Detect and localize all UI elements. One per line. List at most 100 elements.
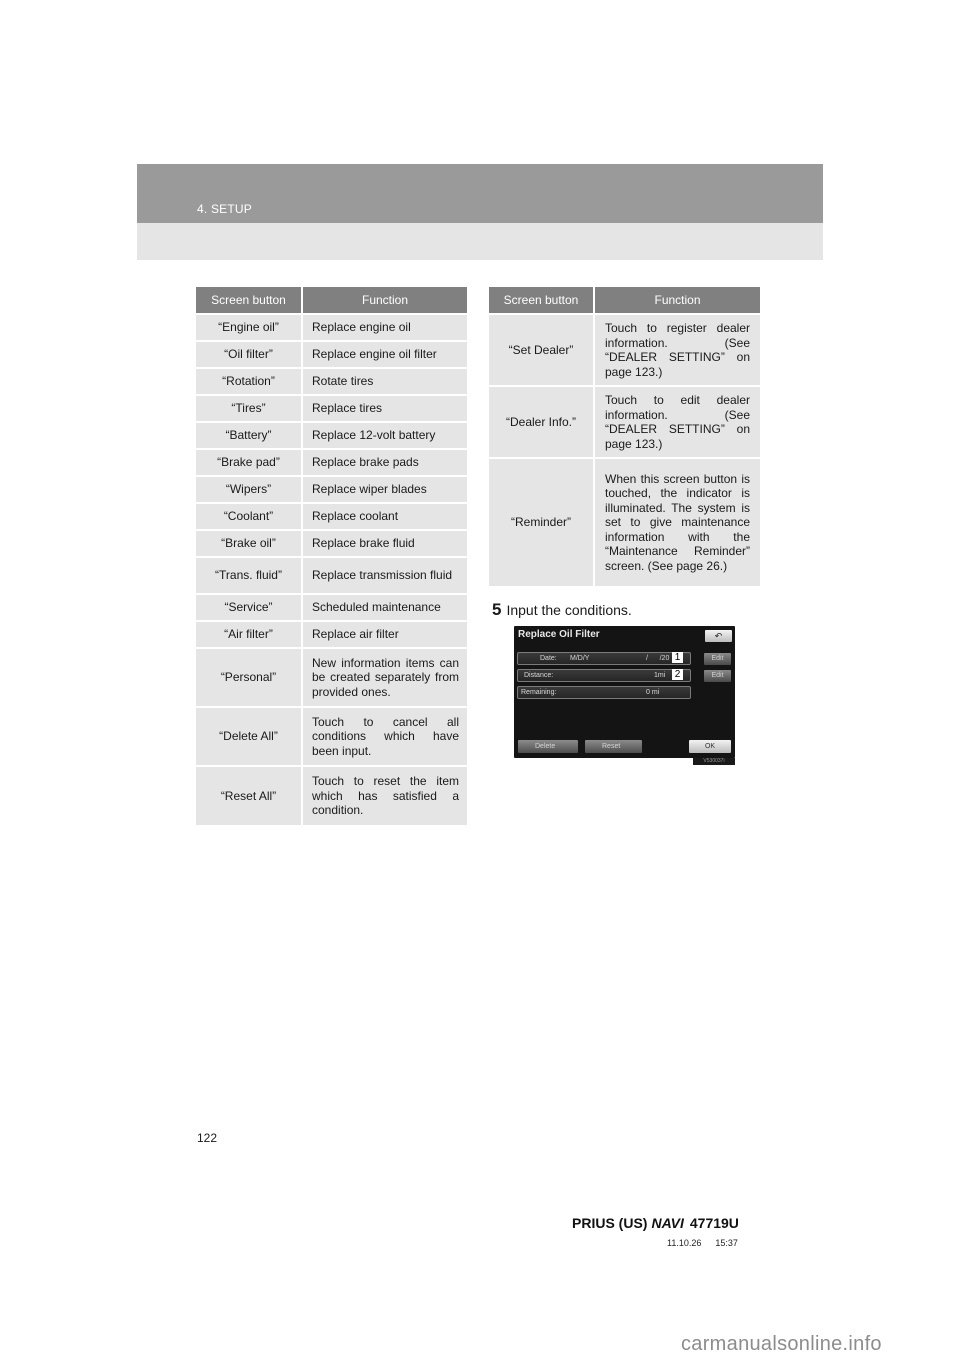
screen-button-table-left: Screen button Function “Engine oil” Repla… bbox=[196, 287, 467, 825]
function-cell: Touch to reset the item which has satisf… bbox=[301, 765, 467, 825]
screen-button-cell: “Delete All” bbox=[196, 706, 302, 766]
date-value: / /20 bbox=[646, 655, 670, 662]
section-title: 4. SETUP bbox=[197, 202, 252, 216]
screen-button-cell: “Dealer Info.” bbox=[489, 385, 594, 458]
delete-button[interactable]: Delete bbox=[518, 740, 578, 753]
section-header-subbar bbox=[137, 223, 823, 260]
replace-oil-filter-screen: Replace Oil Filter ↶ Date: M/D/Y / /20 1… bbox=[514, 626, 735, 758]
screen-button-cell: “Engine oil” bbox=[196, 313, 302, 341]
column-header-screen-button: Screen button bbox=[196, 287, 302, 314]
screen-title: Replace Oil Filter bbox=[518, 629, 600, 640]
step-instruction: 5 Input the conditions. bbox=[492, 600, 632, 620]
screen-button-cell: “Brake oil” bbox=[196, 529, 302, 557]
model-name: PRIUS (US) bbox=[572, 1215, 648, 1231]
screen-button-cell: “Service” bbox=[196, 593, 302, 621]
screen-button-cell: “Wipers” bbox=[196, 475, 302, 503]
date-edit-button[interactable]: Edit bbox=[704, 653, 731, 665]
column-header-screen-button: Screen button bbox=[489, 287, 594, 314]
date-field[interactable]: Date: M/D/Y / /20 bbox=[517, 652, 691, 665]
table-row: “Oil filter” Replace engine oil filter bbox=[196, 340, 467, 368]
reset-label: Reset bbox=[602, 743, 621, 750]
column-header-function: Function bbox=[301, 287, 467, 314]
function-cell: Replace coolant bbox=[301, 502, 467, 530]
table-body: “Set Dealer” Touch to register dealer inf… bbox=[489, 313, 760, 586]
function-cell: Replace transmission fluid bbox=[301, 556, 467, 594]
screen-button-table-right: Screen button Function “Set Dealer” Touch… bbox=[489, 287, 760, 586]
table-header-row: Screen button Function bbox=[196, 287, 467, 314]
ok-button[interactable]: OK bbox=[689, 740, 731, 753]
navi-label: NAVI bbox=[651, 1215, 684, 1231]
screen-button-cell: “Personal” bbox=[196, 647, 302, 707]
table-row: “Set Dealer” Touch to register dealer inf… bbox=[489, 313, 760, 386]
function-cell: Touch to cancel all conditions which hav… bbox=[301, 706, 467, 766]
table-row: “Delete All” Touch to cancel all conditio… bbox=[196, 706, 467, 766]
table-row: “Wipers” Replace wiper blades bbox=[196, 475, 467, 503]
distance-edit-button[interactable]: Edit bbox=[704, 670, 731, 682]
step-number: 5 bbox=[492, 600, 502, 619]
print-date: 11.10.26 bbox=[667, 1238, 702, 1248]
screen-button-cell: “Reset All” bbox=[196, 765, 302, 825]
table-row: “Coolant” Replace coolant bbox=[196, 502, 467, 530]
step-text: Input the conditions. bbox=[506, 602, 632, 618]
screen-button-cell: “Reminder” bbox=[489, 457, 594, 586]
watermark: carmanualsonline.info bbox=[681, 1333, 882, 1355]
table-row: “Rotation” Rotate tires bbox=[196, 367, 467, 395]
table-row: “Air filter” Replace air filter bbox=[196, 620, 467, 648]
distance-label: Distance: bbox=[524, 672, 554, 679]
date-label: Date: bbox=[540, 655, 557, 662]
screen-button-cell: “Rotation” bbox=[196, 367, 302, 395]
function-cell: Replace wiper blades bbox=[301, 475, 467, 503]
callout-badge-2: 2 bbox=[672, 669, 683, 680]
table-row: “Tires” Replace tires bbox=[196, 394, 467, 422]
function-cell: Touch to register dealer information. (S… bbox=[593, 313, 760, 386]
screen-button-cell: “Coolant” bbox=[196, 502, 302, 530]
screen-button-cell: “Trans. fluid” bbox=[196, 556, 302, 594]
reset-button[interactable]: Reset bbox=[585, 740, 642, 753]
function-cell: Replace brake fluid bbox=[301, 529, 467, 557]
table-row: “Personal” New information items can be c… bbox=[196, 647, 467, 707]
function-cell: Scheduled maintenance bbox=[301, 593, 467, 621]
manual-code: 47719U bbox=[689, 1215, 739, 1231]
remaining-value: 0 mi bbox=[646, 689, 660, 696]
screen-button-cell: “Set Dealer” bbox=[489, 313, 594, 386]
table-row: “Trans. fluid” Replace transmission fluid bbox=[196, 556, 467, 594]
distance-field[interactable]: Distance: 1mi bbox=[517, 669, 691, 682]
function-cell: New information items can be created sep… bbox=[301, 647, 467, 707]
table-row: “Brake oil” Replace brake fluid bbox=[196, 529, 467, 557]
table-row: “Battery” Replace 12-volt battery bbox=[196, 421, 467, 449]
model-line: PRIUS (US) NAVI 47719U bbox=[572, 1215, 739, 1231]
back-button[interactable]: ↶ bbox=[705, 630, 732, 642]
table-row: “Engine oil” Replace engine oil bbox=[196, 313, 467, 341]
return-arrow-icon: ↶ bbox=[714, 631, 723, 641]
remaining-field: Remaining: 0 mi bbox=[517, 686, 691, 699]
distance-value: 1mi bbox=[654, 672, 666, 679]
function-cell: Replace tires bbox=[301, 394, 467, 422]
table-row: “Dealer Info.” Touch to edit dealer infor… bbox=[489, 385, 760, 458]
delete-label: Delete bbox=[535, 743, 556, 750]
function-cell: Replace air filter bbox=[301, 620, 467, 648]
function-cell: Replace brake pads bbox=[301, 448, 467, 476]
function-cell: Replace engine oil filter bbox=[301, 340, 467, 368]
table-header-row: Screen button Function bbox=[489, 287, 760, 314]
table-row: “Brake pad” Replace brake pads bbox=[196, 448, 467, 476]
print-timestamp: 11.10.26 15:37 bbox=[667, 1238, 738, 1248]
screen-button-cell: “Brake pad” bbox=[196, 448, 302, 476]
function-cell: Rotate tires bbox=[301, 367, 467, 395]
screen-button-cell: “Air filter” bbox=[196, 620, 302, 648]
page-number: 122 bbox=[197, 1131, 218, 1145]
image-code: V530037i bbox=[693, 758, 735, 765]
screen-button-cell: “Tires” bbox=[196, 394, 302, 422]
table-row: “Service” Scheduled maintenance bbox=[196, 593, 467, 621]
function-cell: Replace 12-volt battery bbox=[301, 421, 467, 449]
print-time: 15:37 bbox=[715, 1238, 738, 1248]
table-row: “Reset All” Touch to reset the item which… bbox=[196, 765, 467, 825]
function-cell: Touch to edit dealer information. (See “… bbox=[593, 385, 760, 458]
column-header-function: Function bbox=[593, 287, 760, 314]
function-cell: Replace engine oil bbox=[301, 313, 467, 341]
table-body: “Engine oil” Replace engine oil “Oil filte… bbox=[196, 313, 467, 825]
screen-button-cell: “Battery” bbox=[196, 421, 302, 449]
table-row: “Reminder” When this screen button is tou… bbox=[489, 457, 760, 586]
date-format: M/D/Y bbox=[570, 655, 590, 662]
screen-button-cell: “Oil filter” bbox=[196, 340, 302, 368]
callout-badge-1: 1 bbox=[672, 652, 683, 663]
